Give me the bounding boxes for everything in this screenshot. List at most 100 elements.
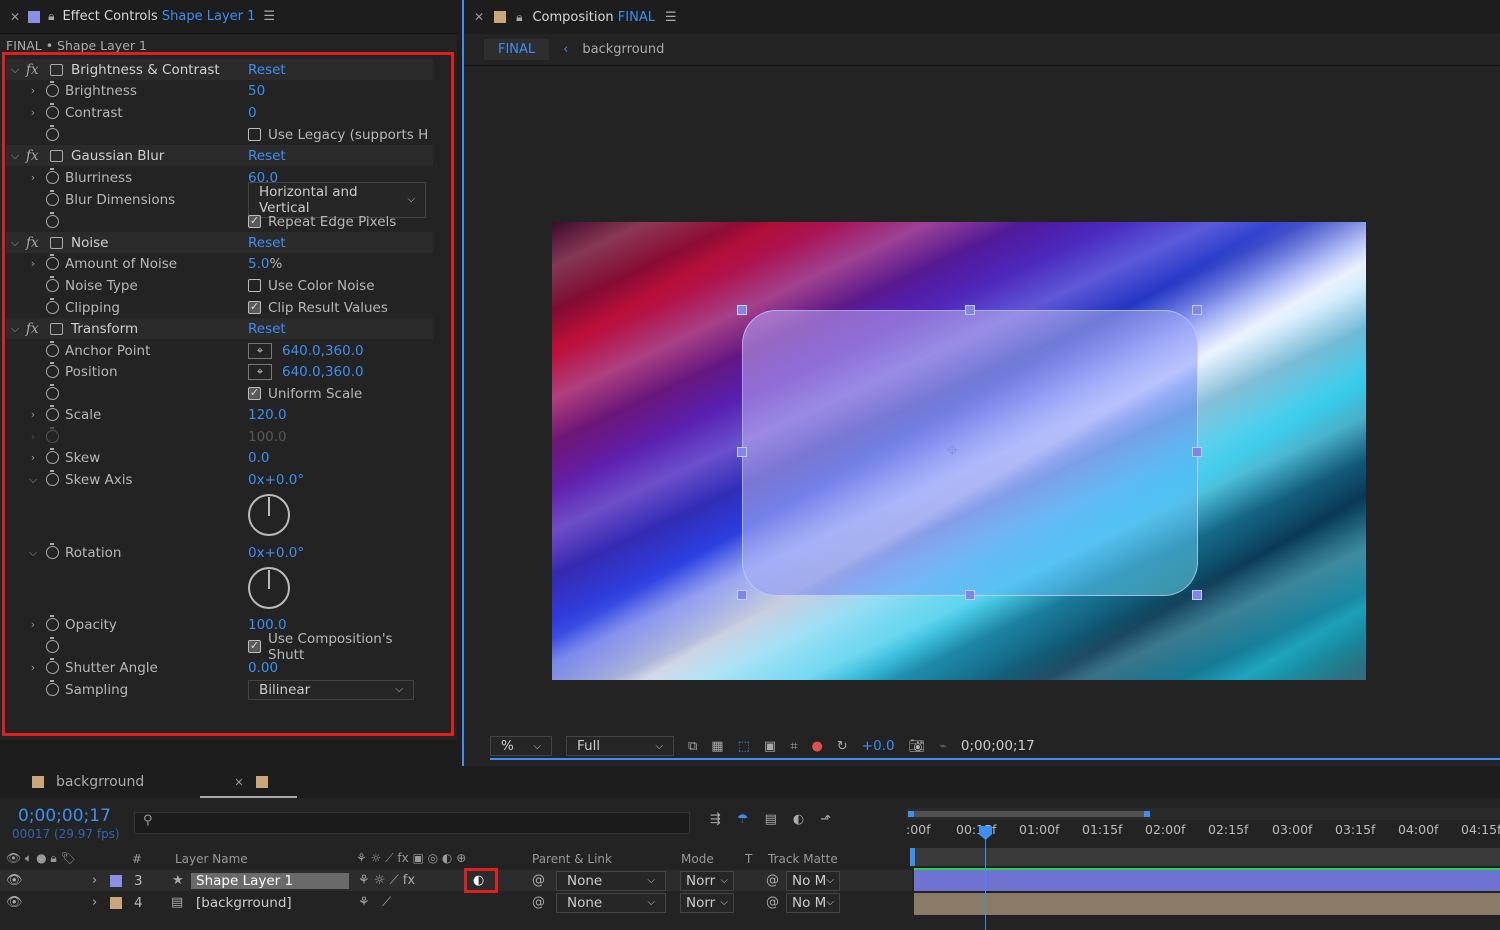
graph-editor-icon[interactable]: ⬏	[820, 812, 831, 827]
layer-bar-background[interactable]	[914, 893, 1500, 915]
active-panel-indicator	[462, 0, 464, 770]
crumb-background[interactable]: backgrround	[582, 42, 664, 57]
timeline-tabs: backgrround ✕	[0, 766, 1500, 798]
comp-color-swatch	[32, 776, 44, 788]
ruler-label: 04:00f	[1398, 822, 1439, 837]
parent-dropdown[interactable]: None ⌵	[556, 870, 666, 891]
bounding-handle[interactable]	[737, 305, 747, 315]
layer-switches-icon[interactable]: ⚘ ⟋	[358, 895, 391, 910]
ruler-label: 02:15f	[1208, 822, 1249, 837]
reset-exposure-icon[interactable]: ↻	[837, 739, 848, 754]
bounding-handle[interactable]	[965, 305, 975, 315]
layer-switches-icon[interactable]: ⚘ ☼ ⟋ fx	[358, 873, 415, 888]
bounding-handle[interactable]	[1192, 590, 1202, 600]
anchor-point-icon[interactable]: ⌖	[946, 438, 958, 463]
expand-chevron-icon[interactable]: ›	[92, 873, 97, 888]
col-parent: Parent & Link	[532, 851, 612, 866]
chevron-down-icon: ⌵	[655, 740, 663, 752]
track-matte-pickwhip-icon[interactable]: @	[766, 895, 779, 910]
col-layer-name[interactable]: Layer Name	[175, 852, 248, 866]
layer-name[interactable]: Shape Layer 1	[191, 872, 349, 889]
shy-layers-icon[interactable]: ☂	[737, 812, 749, 827]
work-area-bar[interactable]	[910, 848, 1500, 866]
comp-viewer-canvas[interactable]: ⌖	[552, 222, 1366, 680]
region-of-interest-icon[interactable]: ▣	[764, 739, 776, 754]
av-switches-icon: 👁︎ 🔈︎ ● 🔒︎ 🏷︎	[6, 851, 76, 865]
layer-number: 4	[134, 894, 143, 911]
exposure-value[interactable]: +0.0	[862, 738, 895, 754]
effect-controls-panel: ✕ 🔒︎ Effect Controls Shape Layer 1 ☰ FIN…	[0, 0, 457, 740]
close-icon[interactable]: ✕	[10, 10, 20, 24]
layer-column-headers: 👁︎ 🔈︎ ● 🔒︎ 🏷︎ # Layer Name ⚘ ☼ ⟋ fx ▣ ◎ …	[0, 848, 912, 869]
ruler-label: 01:00f	[1019, 822, 1060, 837]
current-time-display[interactable]: 0;00;00;17	[961, 738, 1035, 754]
mode-dropdown[interactable]: Norr ⌵	[680, 870, 734, 891]
panel-menu-icon[interactable]: ☰	[665, 10, 677, 25]
effect-controls-tab[interactable]: ✕ 🔒︎ Effect Controls Shape Layer 1 ☰	[0, 0, 457, 34]
frame-count: 00017 (29.97 fps)	[12, 827, 120, 841]
shape-layer-star-icon: ★	[172, 873, 184, 888]
pickwhip-icon[interactable]: @	[532, 873, 545, 888]
layer-label-color[interactable]	[110, 896, 122, 909]
visibility-eye-icon[interactable]: 👁︎	[6, 895, 23, 910]
show-snapshot-icon[interactable]: ⌁	[939, 739, 947, 754]
viewer-toolbar: % ⌵ Full ⌵ ⧉ ▦ ⬚ ▣ ⌗ ● ↻ +0.0 📷︎ ⌁ 0;00;00…	[490, 734, 1500, 760]
mode-dropdown[interactable]: Norr ⌵	[680, 892, 734, 913]
layer-number: 3	[134, 872, 143, 889]
expand-chevron-icon[interactable]: ›	[92, 895, 97, 910]
layer-row[interactable]: 👁︎ › 3 ★ Shape Layer 1 ⚘ ☼ ⟋ fx ◐ @ None…	[0, 868, 912, 893]
parent-dropdown[interactable]: None ⌵	[556, 892, 666, 913]
layer-color-swatch	[28, 10, 41, 23]
resolution-dropdown[interactable]: Full ⌵	[566, 736, 674, 756]
track-matte-pickwhip-icon[interactable]: @	[766, 873, 779, 888]
comp-color-swatch	[494, 11, 507, 23]
layer-name[interactable]: [backgrround]	[196, 895, 292, 911]
timeline-panel: backgrround ✕ 0;00;00;17 00017 (29.97 fp…	[0, 766, 1500, 930]
chevron-down-icon: ⌵	[826, 875, 834, 886]
zoom-dropdown[interactable]: % ⌵	[490, 736, 552, 756]
layer-label-color[interactable]	[110, 874, 122, 887]
search-input[interactable]: ⚲	[134, 812, 690, 834]
layer-row[interactable]: 👁︎ › 4 ▤ [backgrround] ⚘ ⟋ @ None ⌵ Norr ⌵…	[0, 892, 912, 913]
time-ruler[interactable]: :00f 00:15f 01:00f 01:15f 02:00f 02:15f …	[906, 822, 1500, 846]
mask-visibility-icon[interactable]: ⬚	[738, 739, 750, 754]
frame-blending-icon[interactable]: ▤	[765, 812, 777, 827]
time-navigator[interactable]	[906, 808, 1500, 820]
panel-menu-icon[interactable]: ☰	[263, 9, 275, 24]
search-icon: ⚲	[143, 813, 153, 828]
lock-icon[interactable]: 🔒︎	[516, 10, 522, 25]
grid-guides-icon[interactable]: ⌗	[790, 739, 797, 754]
track-matte-dropdown[interactable]: No M ⌵	[786, 892, 840, 913]
visibility-eye-icon[interactable]: 👁︎	[6, 873, 23, 888]
close-icon[interactable]: ✕	[234, 776, 243, 789]
motion-blur-icon[interactable]: ◐	[793, 812, 804, 827]
camera-snapshot-icon[interactable]: 📷︎	[909, 739, 926, 754]
bounding-handle[interactable]	[965, 590, 975, 600]
track-matte-dropdown[interactable]: No M ⌵	[786, 870, 840, 891]
bounding-handle[interactable]	[737, 447, 747, 457]
transparency-grid-icon[interactable]: ▦	[711, 739, 723, 754]
crumb-final[interactable]: FINAL	[484, 39, 550, 60]
playhead[interactable]	[985, 826, 986, 930]
comp-flowchart-icon[interactable]: ⇶	[710, 812, 721, 827]
current-time[interactable]: 0;00;00;17	[18, 806, 111, 826]
precomp-icon: ▤	[171, 895, 184, 910]
timeline-tab-background[interactable]: backgrround	[56, 774, 144, 790]
shape-layer-rectangle[interactable]	[742, 310, 1198, 596]
composition-tab[interactable]: ✕ 🔒︎ Composition FINAL ☰	[464, 0, 1500, 34]
dropdown-value: No M	[792, 894, 827, 911]
ruler-label: 01:15f	[1082, 822, 1123, 837]
timeline-switches: ⇶ ☂ ▤ ◐ ⬏	[710, 812, 831, 827]
bounding-handle[interactable]	[737, 590, 747, 600]
close-icon[interactable]: ✕	[474, 10, 484, 24]
bounding-handle[interactable]	[1192, 305, 1202, 315]
color-channels-icon[interactable]: ●	[812, 739, 823, 754]
dropdown-value: Norr	[686, 872, 716, 889]
layer-bar-shape[interactable]	[914, 868, 1500, 891]
fast-preview-icon[interactable]: ⧉	[688, 739, 697, 754]
motion-blur-switch-icon[interactable]: ◐	[473, 873, 484, 888]
lock-icon[interactable]: 🔒︎	[48, 9, 54, 24]
bounding-handle[interactable]	[1192, 447, 1202, 457]
pickwhip-icon[interactable]: @	[532, 895, 545, 910]
highlight-box	[2, 52, 454, 736]
